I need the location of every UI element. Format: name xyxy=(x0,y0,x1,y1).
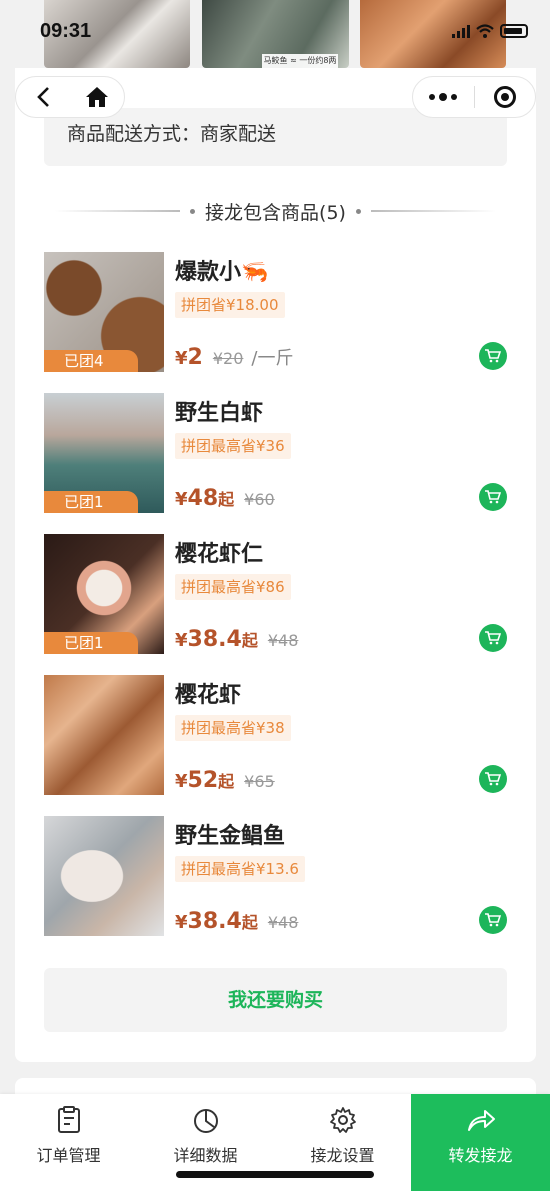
dot-icon xyxy=(190,208,196,214)
cart-icon xyxy=(485,631,501,645)
pie-chart-icon xyxy=(193,1109,218,1133)
currency-symbol: ¥ xyxy=(175,630,188,651)
product-name: 野生金鲳鱼 xyxy=(175,824,286,849)
divider-right xyxy=(370,210,496,212)
discount-tag: 拼团最高省¥86 xyxy=(175,574,291,600)
buy-more-button[interactable]: 我还要购买 xyxy=(44,968,507,1032)
back-button[interactable] xyxy=(16,76,70,118)
original-price: ¥60 xyxy=(244,490,275,509)
discount-tag: 拼团最高省¥38 xyxy=(175,715,291,741)
product-image[interactable] xyxy=(44,675,164,795)
product-image[interactable]: 已团4 xyxy=(44,252,164,372)
product-name: 樱花虾 xyxy=(175,683,242,708)
price-unit: /一斤 xyxy=(251,348,294,369)
currency-symbol: ¥ xyxy=(175,912,188,933)
home-icon xyxy=(86,87,108,107)
product-name: 爆款小🦐 xyxy=(175,260,269,285)
clipboard-icon xyxy=(57,1106,80,1133)
add-to-cart-button[interactable] xyxy=(479,624,507,652)
original-price: ¥65 xyxy=(244,772,275,791)
status-time: 09:31 xyxy=(40,20,92,42)
home-button[interactable] xyxy=(70,76,124,118)
cart-icon xyxy=(485,772,501,786)
price-from-label: 起 xyxy=(218,490,235,509)
discount-tag: 拼团最高省¥13.6 xyxy=(175,856,305,882)
product-item[interactable]: 已团4 爆款小🦐 拼团省¥18.00 ¥ 2 ¥20 /一斤 xyxy=(44,252,507,372)
wifi-icon xyxy=(476,24,494,38)
product-image[interactable]: 已团1 xyxy=(44,534,164,654)
cart-icon xyxy=(485,913,501,927)
close-miniprogram-button[interactable] xyxy=(474,76,535,118)
price-row: ¥ 48 起 ¥60 xyxy=(175,486,275,511)
more-options-button[interactable] xyxy=(413,76,474,118)
original-price: ¥48 xyxy=(267,631,299,650)
tab-label: 详细数据 xyxy=(173,1146,238,1165)
currency-symbol: ¥ xyxy=(175,348,188,369)
cart-icon xyxy=(485,490,501,504)
divider-left xyxy=(55,210,181,212)
section-header: 接龙包含商品(5) xyxy=(15,196,536,226)
price-row: ¥ 52 起 ¥65 xyxy=(175,768,275,793)
group-count-badge: 已团1 xyxy=(44,632,138,654)
price-row: ¥ 2 ¥20 /一斤 xyxy=(175,344,293,370)
add-to-cart-button[interactable] xyxy=(479,906,507,934)
strip-image-2[interactable]: 马鲛鱼 ≈ 一份约8两 xyxy=(202,0,349,68)
product-name: 野生白虾 xyxy=(175,401,264,426)
dot-icon xyxy=(355,208,361,214)
product-image[interactable] xyxy=(44,816,164,936)
price-from-label: 起 xyxy=(241,913,258,932)
currency-symbol: ¥ xyxy=(175,771,188,792)
price-value: 48 xyxy=(187,486,219,511)
add-to-cart-button[interactable] xyxy=(479,483,507,511)
product-item[interactable]: 野生金鲳鱼 拼团最高省¥13.6 ¥ 38.4 起 ¥48 xyxy=(44,816,507,936)
share-jielong-button[interactable]: 转发接龙 xyxy=(411,1094,550,1191)
price-value: 38.4 xyxy=(187,627,242,652)
share-arrow-icon xyxy=(467,1110,495,1131)
tab-label: 转发接龙 xyxy=(448,1146,513,1165)
chevron-left-icon xyxy=(37,87,49,107)
cart-icon xyxy=(485,349,501,363)
gear-icon xyxy=(329,1107,356,1133)
price-row: ¥ 38.4 起 ¥48 xyxy=(175,909,298,934)
currency-symbol: ¥ xyxy=(175,489,188,510)
tab-order-management[interactable]: 订单管理 xyxy=(0,1094,137,1191)
product-name: 樱花虾仁 xyxy=(175,542,264,567)
add-to-cart-button[interactable] xyxy=(479,765,507,793)
section-title: 接龙包含商品(5) xyxy=(205,201,346,224)
nav-capsule-left xyxy=(15,76,125,118)
price-value: 2 xyxy=(187,345,203,370)
price-from-label: 起 xyxy=(241,631,258,650)
product-item[interactable]: 已团1 野生白虾 拼团最高省¥36 ¥ 48 起 ¥60 xyxy=(44,393,507,513)
home-indicator xyxy=(176,1171,374,1178)
price-row: ¥ 38.4 起 ¥48 xyxy=(175,627,298,652)
original-price: ¥20 xyxy=(212,349,244,368)
discount-tag: 拼团省¥18.00 xyxy=(175,292,285,318)
product-item[interactable]: 已团1 樱花虾仁 拼团最高省¥86 ¥ 38.4 起 ¥48 xyxy=(44,534,507,654)
target-icon xyxy=(493,86,516,108)
price-from-label: 起 xyxy=(218,772,235,791)
strip-caption: 马鲛鱼 ≈ 一份约8两 xyxy=(262,54,338,68)
group-count-badge: 已团1 xyxy=(44,491,138,513)
signal-icon xyxy=(452,24,470,38)
tab-label: 接龙设置 xyxy=(310,1146,375,1165)
product-image[interactable]: 已团1 xyxy=(44,393,164,513)
group-count-badge: 已团4 xyxy=(44,350,138,372)
add-to-cart-button[interactable] xyxy=(479,342,507,370)
more-dots-icon xyxy=(429,92,458,101)
status-icons xyxy=(452,24,528,38)
nav-capsule-right xyxy=(412,76,536,118)
product-card: 商品配送方式：商家配送 接龙包含商品(5) 已团4 爆款小🦐 拼团省¥18.00… xyxy=(15,68,536,1062)
battery-icon xyxy=(500,24,528,38)
price-value: 38.4 xyxy=(187,909,242,934)
price-value: 52 xyxy=(187,768,219,793)
discount-tag: 拼团最高省¥36 xyxy=(175,433,291,459)
product-item[interactable]: 樱花虾 拼团最高省¥38 ¥ 52 起 ¥65 xyxy=(44,675,507,795)
original-price: ¥48 xyxy=(267,913,299,932)
tab-label: 订单管理 xyxy=(36,1146,101,1165)
